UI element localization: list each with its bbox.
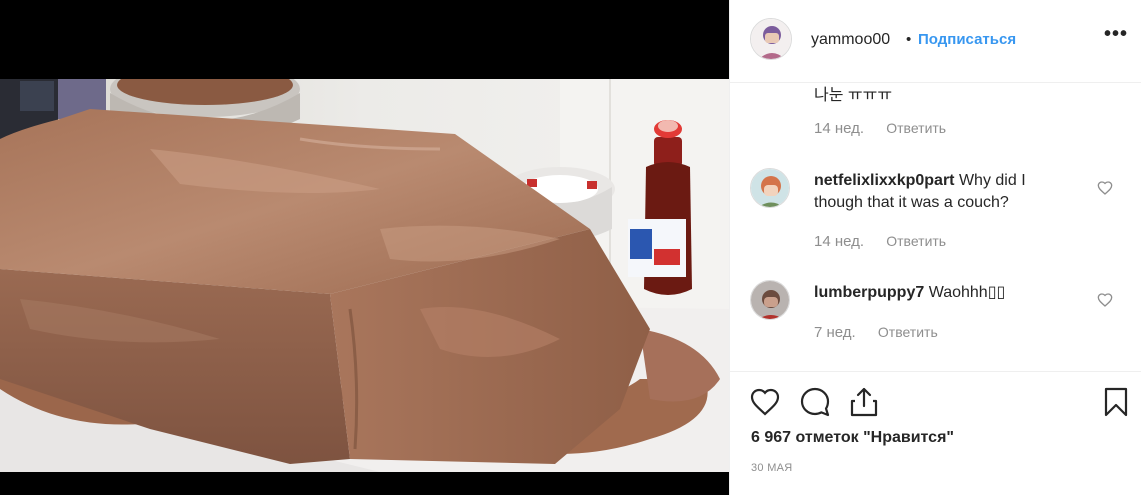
commenter-username[interactable]: lumberpuppy7: [814, 284, 924, 301]
author-avatar[interactable]: [750, 18, 792, 60]
commenter-username[interactable]: netfelixlixxkp0part: [814, 172, 955, 189]
like-comment-icon[interactable]: [1097, 180, 1113, 196]
comment-time[interactable]: 7 нед.: [814, 324, 856, 341]
avatar-image: [751, 169, 789, 207]
more-options-icon[interactable]: •••: [1100, 24, 1132, 49]
reply-button[interactable]: Ответить: [878, 324, 938, 340]
like-comment-icon[interactable]: [1097, 292, 1113, 308]
likes-count[interactable]: 6 967 отметок "Нравится": [751, 429, 954, 447]
comment-icon[interactable]: [799, 386, 831, 418]
comment-body: lumberpuppy7 Waohhh▯▯: [814, 282, 1046, 304]
comment-body: netfelixlixxkp0part Why did I though tha…: [814, 170, 1046, 214]
reply-button[interactable]: Ответить: [886, 233, 946, 249]
separator-dot: •: [906, 31, 912, 48]
comment-time[interactable]: 14 нед.: [814, 233, 864, 250]
comment-meta: 14 нед. Ответить: [814, 233, 946, 250]
bookmark-icon[interactable]: [1100, 386, 1132, 418]
share-icon[interactable]: [848, 386, 880, 418]
commenter-avatar[interactable]: [750, 168, 790, 208]
reply-button[interactable]: Ответить: [886, 120, 946, 136]
post-media[interactable]: [0, 0, 729, 495]
comments-list[interactable]: 나눈 ㅠㅠㅠ 14 нед. Ответить netfelixlixxkp0p…: [730, 84, 1141, 370]
comment-text: 나눈 ㅠㅠㅠ: [814, 87, 893, 104]
avatar-image: [751, 281, 789, 319]
comment-meta: 7 нед. Ответить: [814, 324, 938, 341]
comment-time[interactable]: 14 нед.: [814, 120, 864, 137]
post-photo[interactable]: [0, 79, 729, 472]
chocolate-cake-image: [0, 79, 729, 472]
avatar-image: [751, 19, 791, 59]
post-actions: 6 967 отметок "Нравится" 30 МАЯ: [730, 371, 1141, 495]
commenter-avatar[interactable]: [750, 280, 790, 320]
author-username[interactable]: yammoo00: [811, 31, 890, 49]
comment-text: Waohhh▯▯: [928, 284, 1006, 301]
follow-button[interactable]: Подписаться: [918, 31, 1016, 48]
heart-icon[interactable]: [749, 386, 781, 418]
post-sidebar: yammoo00 • Подписаться ••• 나눈 ㅠㅠㅠ 14 нед…: [729, 0, 1141, 495]
post-date[interactable]: 30 МАЯ: [751, 462, 793, 474]
comment-meta: 14 нед. Ответить: [814, 120, 946, 137]
post-header: yammoo00 • Подписаться •••: [730, 0, 1141, 83]
